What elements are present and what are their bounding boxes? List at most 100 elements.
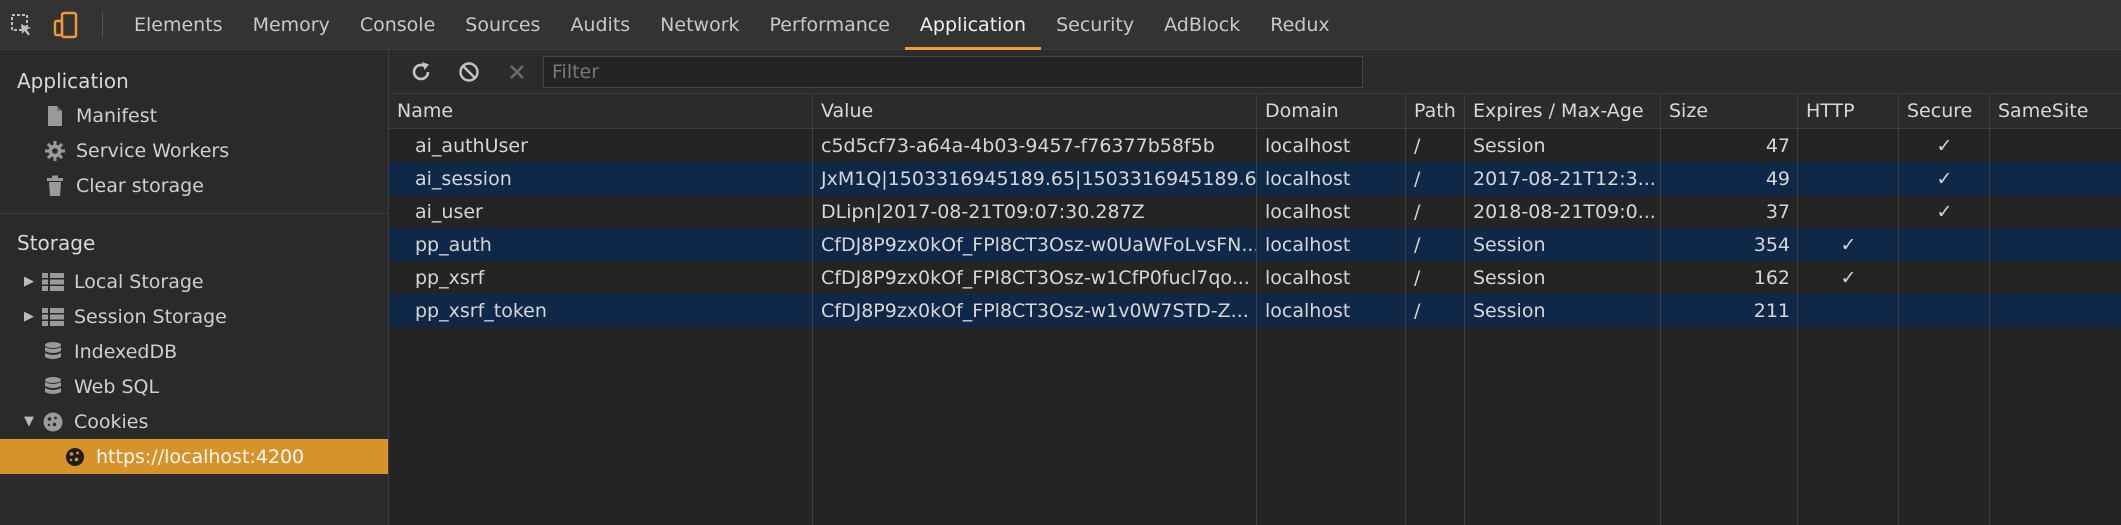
cell-value: DLipn|2017-08-21T09:07:30.287Z [821, 200, 1145, 223]
sidebar-item-label: Web SQL [74, 375, 160, 398]
sidebar-item-label: Cookies [74, 410, 149, 433]
column-header-secure[interactable]: Secure [1899, 94, 1990, 128]
database-icon [38, 376, 68, 398]
table-row[interactable]: pp_xsrf CfDJ8P9zx0kOf_FPl8CT3Osz-w1CfP0fu… [389, 261, 2121, 294]
sidebar-item-local-storage[interactable]: ▶ Local Storage [0, 264, 388, 299]
toolbar-divider [102, 12, 103, 37]
table-row[interactable]: pp_xsrf_token CfDJ8P9zx0kOf_FPl8CT3Osz-w1… [389, 294, 2121, 327]
tab-memory[interactable]: Memory [238, 0, 345, 49]
grid-icon [38, 307, 68, 326]
cell-http: ✓ [1840, 233, 1857, 256]
sidebar-item-label: IndexedDB [74, 340, 178, 363]
cell-samesite [1990, 228, 2121, 261]
close-icon[interactable] [493, 62, 541, 82]
column-header-name[interactable]: Name [389, 94, 813, 128]
cell-size: 49 [1765, 167, 1790, 190]
cell-secure: ✓ [1936, 167, 1953, 190]
cookies-toolbar [389, 50, 2121, 94]
file-icon [40, 105, 70, 127]
column-header-http[interactable]: HTTP [1798, 94, 1899, 128]
cell-secure [1899, 294, 1990, 327]
sidebar-item-manifest[interactable]: Manifest [0, 98, 388, 133]
cell-name: ai_session [415, 167, 512, 190]
sidebar-item-cookie-origin[interactable]: https://localhost:4200 [0, 439, 388, 474]
cell-http [1798, 294, 1899, 327]
expand-triangle-icon[interactable]: ▶ [24, 309, 38, 324]
cell-http [1798, 195, 1899, 228]
column-header-expires-max-age[interactable]: Expires / Max-Age [1465, 94, 1661, 128]
cell-path: / [1414, 266, 1421, 289]
sidebar-item-cookies[interactable]: ▼ Cookies [0, 404, 388, 439]
cell-path: / [1414, 299, 1421, 322]
cell-name: pp_xsrf_token [415, 299, 547, 322]
sidebar-item-session-storage[interactable]: ▶ Session Storage [0, 299, 388, 334]
sidebar-item-service-workers[interactable]: Service Workers [0, 133, 388, 168]
cell-size: 211 [1753, 299, 1790, 322]
cell-secure [1899, 261, 1990, 294]
cell-value: JxM1Q|1503316945189.65|1503316945189.65 [821, 167, 1257, 190]
expand-triangle-icon[interactable]: ▶ [24, 274, 38, 289]
database-icon [38, 341, 68, 363]
tab-security[interactable]: Security [1041, 0, 1149, 49]
cookie-icon [38, 411, 68, 433]
table-row[interactable]: pp_auth CfDJ8P9zx0kOf_FPl8CT3Osz-w0UaWFoL… [389, 228, 2121, 261]
column-header-value[interactable]: Value [813, 94, 1257, 128]
tab-redux[interactable]: Redux [1255, 0, 1344, 49]
cell-domain: localhost [1265, 233, 1351, 256]
cell-domain: localhost [1265, 299, 1351, 322]
cell-path: / [1414, 167, 1421, 190]
cell-samesite [1990, 261, 2121, 294]
sidebar-item-web-sql[interactable]: Web SQL [0, 369, 388, 404]
cell-path: / [1414, 233, 1421, 256]
cell-domain: localhost [1265, 200, 1351, 223]
column-header-path[interactable]: Path [1406, 94, 1465, 128]
cell-samesite [1990, 129, 2121, 162]
cell-name: ai_authUser [415, 134, 528, 157]
cell-samesite [1990, 294, 2121, 327]
application-section-title: Application [17, 69, 129, 93]
block-icon[interactable] [445, 60, 493, 84]
cookies-table: Name Value Domain Path Expires / Max-Age Size… [389, 94, 2121, 525]
cookies-panel: NameValueDomainPathExpires / Max-AgeSize… [389, 50, 2121, 525]
sidebar-item-indexeddb[interactable]: IndexedDB [0, 334, 388, 369]
trash-icon [40, 175, 70, 197]
tab-elements[interactable]: Elements [119, 0, 238, 49]
collapse-triangle-icon[interactable]: ▼ [24, 414, 38, 429]
sidebar-item-label: Session Storage [74, 305, 227, 328]
cell-size: 162 [1753, 266, 1790, 289]
table-header: Name Value Domain Path Expires / Max-Age Size… [389, 94, 2121, 129]
filter-input[interactable] [543, 55, 1363, 88]
cell-value: c5d5cf73-a64a-4b03-9457-f76377b58f5b [821, 134, 1215, 157]
cell-value: CfDJ8P9zx0kOf_FPl8CT3Osz-w1CfP0fucl7qo..… [821, 266, 1250, 289]
table-row[interactable]: ai_user DLipn|2017-08-21T09:07:30.287Z loc… [389, 195, 2121, 228]
tab-application[interactable]: Application [904, 0, 1042, 50]
tab-sources[interactable]: Sources [450, 0, 555, 49]
column-header-domain[interactable]: Domain [1257, 94, 1406, 128]
tab-adblock[interactable]: AdBlock [1149, 0, 1255, 49]
application-sidebar: Application Manifest Service Workers Clear… [0, 50, 389, 525]
sidebar-item-clear-storage[interactable]: Clear storage [0, 168, 388, 203]
cookie-icon [60, 446, 90, 468]
inspect-element-icon[interactable] [0, 0, 44, 49]
tab-audits[interactable]: Audits [555, 0, 645, 49]
sidebar-item-label: Manifest [76, 104, 158, 127]
tab-console[interactable]: Console [345, 0, 450, 49]
cell-value: CfDJ8P9zx0kOf_FPl8CT3Osz-w0UaWFoLvsFN... [821, 233, 1257, 256]
refresh-icon[interactable] [397, 60, 445, 84]
cell-size: 37 [1765, 200, 1790, 223]
cell-domain: localhost [1265, 266, 1351, 289]
table-row[interactable]: ai_session JxM1Q|1503316945189.65|1503316… [389, 162, 2121, 195]
cell-http [1798, 129, 1899, 162]
table-row[interactable]: ai_authUser c5d5cf73-a64a-4b03-9457-f7637… [389, 129, 2121, 162]
cell-samesite [1990, 195, 2121, 228]
cell-path: / [1414, 134, 1421, 157]
column-header-samesite[interactable]: SameSite [1990, 94, 2121, 128]
cell-expires: Session [1473, 299, 1546, 322]
cell-size: 354 [1753, 233, 1790, 256]
storage-section-title: Storage [17, 231, 96, 255]
column-header-size[interactable]: Size [1661, 94, 1798, 128]
tab-performance[interactable]: Performance [755, 0, 905, 49]
device-toolbar-icon[interactable] [44, 0, 88, 49]
tab-network[interactable]: Network [645, 0, 754, 49]
devtools-tab-bar: Elements Memory Console Sources Audits Networ… [0, 0, 2121, 50]
